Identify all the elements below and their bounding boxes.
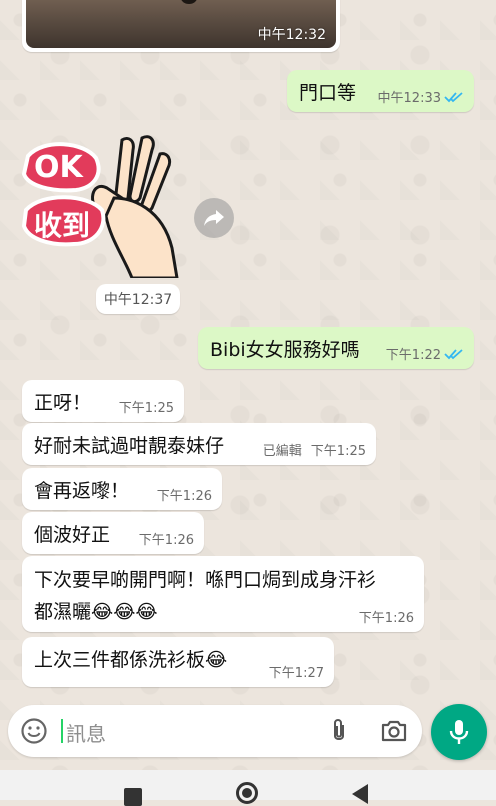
message-meta: 下午1:27 bbox=[269, 662, 324, 681]
message-text: 好耐未試過咁靚泰妹仔 bbox=[34, 435, 225, 457]
message-text: 正呀！ bbox=[34, 392, 92, 414]
incoming-message[interactable]: 會再返嚟！ 下午1:26 bbox=[22, 468, 222, 510]
message-time: 中午12:37 bbox=[96, 284, 180, 314]
message-meta: 下午1:26 bbox=[157, 485, 212, 504]
incoming-message[interactable]: 個波好正 下午1:26 bbox=[22, 512, 204, 554]
ok-sticker[interactable]: OK 收到 bbox=[21, 128, 192, 280]
microphone-icon bbox=[449, 720, 469, 744]
recent-apps-icon[interactable] bbox=[124, 788, 142, 806]
home-icon[interactable] bbox=[236, 782, 258, 804]
message-text: 上次三件都係洗衫板😂 bbox=[34, 649, 228, 671]
incoming-message[interactable]: 上次三件都係洗衫板😂 下午1:27 bbox=[22, 637, 334, 687]
message-meta: 中午12:33 bbox=[378, 87, 464, 106]
message-time: 中午12:32 bbox=[257, 27, 326, 43]
message-time: 下午1:25 bbox=[118, 401, 174, 416]
system-navigation-bar bbox=[0, 770, 496, 806]
message-text: 會再返嚟！ bbox=[34, 480, 130, 502]
message-time: 下午1:27 bbox=[268, 666, 324, 681]
message-time: 下午1:26 bbox=[138, 533, 194, 548]
message-time: 下午1:26 bbox=[156, 489, 212, 504]
incoming-message[interactable]: 下次要早啲開門啊！喺門口焗到成身汗衫 都濕曬😂😂😂 下午1:26 bbox=[22, 556, 424, 632]
message-text: 個波好正 bbox=[34, 524, 111, 546]
double-check-icon bbox=[444, 91, 463, 102]
back-icon[interactable] bbox=[352, 784, 368, 804]
message-time: 下午1:25 bbox=[310, 444, 366, 459]
forward-button[interactable] bbox=[194, 198, 234, 238]
incoming-message[interactable]: 正呀！ 下午1:25 bbox=[22, 380, 184, 422]
message-meta: 下午1:26 bbox=[359, 607, 414, 626]
message-text: 門口等 bbox=[299, 82, 357, 104]
edited-label: 已編輯 bbox=[262, 444, 302, 459]
message-text: Bibi女女服務好嗎 bbox=[210, 339, 360, 361]
microphone-button[interactable] bbox=[431, 704, 487, 760]
image-message[interactable]: 中午12:32 bbox=[22, 0, 340, 52]
message-input-bar[interactable]: 訊息 bbox=[8, 705, 422, 757]
message-time: 中午12:33 bbox=[377, 91, 441, 106]
message-meta: 下午1:22 bbox=[386, 344, 464, 363]
sticker-text-ok: OK bbox=[34, 150, 83, 185]
sticker-text-received: 收到 bbox=[34, 209, 91, 242]
text-cursor bbox=[61, 719, 63, 743]
message-meta: 下午1:25 bbox=[119, 397, 174, 416]
message-input[interactable]: 訊息 bbox=[66, 718, 106, 747]
message-text-line2: 都濕曬😂😂😂 bbox=[34, 601, 158, 623]
camera-icon[interactable] bbox=[380, 719, 408, 743]
forward-icon bbox=[204, 210, 224, 226]
message-time: 下午1:26 bbox=[358, 611, 414, 626]
message-meta: 已編輯 下午1:25 bbox=[263, 440, 366, 459]
double-check-icon bbox=[444, 348, 463, 359]
message-time: 下午1:22 bbox=[385, 348, 441, 363]
outgoing-message[interactable]: 門口等 中午12:33 bbox=[287, 70, 474, 112]
incoming-message[interactable]: 好耐未試過咁靚泰妹仔 已編輯 下午1:25 bbox=[22, 423, 376, 465]
paperclip-icon[interactable] bbox=[328, 718, 350, 744]
emoji-icon[interactable] bbox=[20, 717, 48, 745]
outgoing-message[interactable]: Bibi女女服務好嗎 下午1:22 bbox=[198, 327, 474, 369]
message-meta: 下午1:26 bbox=[139, 529, 194, 548]
message-text-line1: 下次要早啲開門啊！喺門口焗到成身汗衫 bbox=[34, 569, 377, 591]
